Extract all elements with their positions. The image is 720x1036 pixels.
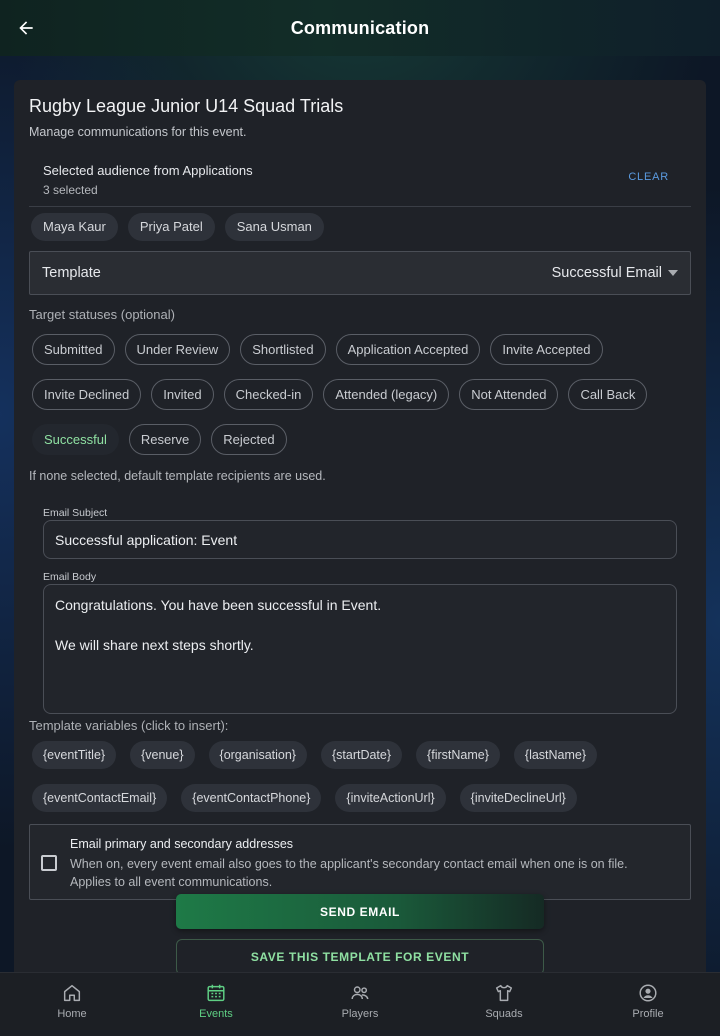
nav-item-profile[interactable]: Profile [576, 973, 720, 1036]
selected-audience: Selected audience from Applications 3 se… [29, 151, 691, 207]
variable-chip-event-title[interactable]: {eventTitle} [32, 741, 117, 769]
secondary-email-title: Email primary and secondary addresses [70, 837, 294, 851]
template-value: Successful Email [551, 265, 662, 281]
nav-label-home: Home [57, 1008, 87, 1020]
variable-chip-venue[interactable]: {venue} [130, 741, 195, 769]
audience-chips: Maya Kaur Priya Patel Sana Usman [29, 213, 691, 241]
nav-label-events: Events [199, 1008, 233, 1020]
audience-chip: Maya Kaur [31, 213, 118, 241]
arrow-left-icon [19, 21, 33, 35]
status-chip-invite-declined[interactable]: Invite Declined [32, 379, 142, 410]
template-variable-chips: {eventTitle} {venue} {organisation} {sta… [29, 741, 689, 812]
event-title: Rugby League Junior U14 Squad Trials [29, 96, 344, 116]
profile-icon [639, 984, 657, 1002]
status-chip-successful[interactable]: Successful [32, 424, 119, 455]
status-chip-attended-legacy[interactable]: Attended (legacy) [323, 379, 450, 410]
audience-count: 3 selected [43, 183, 98, 197]
variable-chip-invite-action-url[interactable]: {inviteActionUrl} [335, 784, 446, 812]
status-chip-under-review[interactable]: Under Review [124, 334, 231, 365]
top-app-bar: Communication [0, 0, 720, 56]
status-chip-reserve[interactable]: Reserve [128, 424, 202, 455]
template-label: Template [42, 265, 101, 281]
nav-label-profile: Profile [632, 1008, 664, 1020]
secondary-email-option: Email primary and secondary addresses Wh… [29, 824, 691, 900]
statuses-hint: If none selected, default template recip… [29, 469, 326, 483]
status-chip-not-attended[interactable]: Not Attended [459, 379, 559, 410]
email-body-label: Email Body [43, 571, 97, 583]
status-chip-rejected[interactable]: Rejected [211, 424, 287, 455]
variable-chip-start-date[interactable]: {startDate} [320, 741, 403, 769]
status-chip-submitted[interactable]: Submitted [32, 334, 115, 365]
audience-label: Selected audience from Applications [43, 163, 253, 178]
variable-chip-event-contact-email[interactable]: {eventContactEmail} [32, 784, 168, 812]
variable-chip-event-contact-phone[interactable]: {eventContactPhone} [181, 784, 322, 812]
clear-audience-button[interactable]: CLEAR [628, 171, 669, 183]
email-subject-label: Email Subject [43, 507, 108, 519]
email-body-textarea[interactable]: Congratulations. You have been successfu… [43, 584, 677, 714]
status-chip-group: Submitted Under Review Shortlisted Appli… [29, 334, 669, 455]
template-variables-label: Template variables (click to insert): [29, 718, 229, 733]
back-button[interactable] [12, 14, 40, 42]
nav-item-players[interactable]: Players [288, 973, 432, 1036]
status-chip-checked-in[interactable]: Checked-in [223, 379, 314, 410]
variable-chip-first-name[interactable]: {firstName} [416, 741, 500, 769]
calendar-icon [207, 984, 225, 1002]
caret-down-icon [668, 270, 678, 276]
status-chip-call-back[interactable]: Call Back [568, 379, 648, 410]
variable-chip-organisation[interactable]: {organisation} [208, 741, 307, 769]
people-icon [351, 986, 369, 1000]
status-chip-application-accepted[interactable]: Application Accepted [335, 334, 481, 365]
bottom-navigation: Home Events Players Squads Profile [0, 972, 720, 1036]
template-select[interactable]: Template Successful Email [29, 251, 691, 295]
nav-item-events[interactable]: Events [144, 973, 288, 1036]
nav-label-squads: Squads [485, 1008, 523, 1020]
status-chip-invite-accepted[interactable]: Invite Accepted [490, 334, 603, 365]
audience-chip: Sana Usman [224, 213, 324, 241]
target-statuses-label: Target statuses (optional) [29, 307, 175, 322]
shirt-icon [495, 984, 513, 1002]
status-chip-shortlisted[interactable]: Shortlisted [240, 334, 326, 365]
email-subject-input[interactable]: Successful application: Event [43, 520, 677, 559]
nav-label-players: Players [341, 1008, 379, 1020]
secondary-email-checkbox[interactable] [41, 855, 57, 871]
status-chip-invited[interactable]: Invited [151, 379, 214, 410]
communication-card: Rugby League Junior U14 Squad Trials Man… [14, 80, 706, 980]
event-description: Manage communications for this event. [29, 125, 247, 139]
variable-chip-last-name[interactable]: {lastName} [513, 741, 598, 769]
nav-item-squads[interactable]: Squads [432, 973, 576, 1036]
page-title: Communication [290, 17, 430, 38]
audience-chip: Priya Patel [127, 213, 215, 241]
send-email-button[interactable]: SEND EMAIL [176, 894, 544, 929]
template-value-wrap: Successful Email [552, 265, 678, 281]
secondary-email-description: When on, every event email also goes to … [70, 857, 628, 889]
home-icon [63, 984, 81, 1002]
nav-item-home[interactable]: Home [0, 973, 144, 1036]
save-template-button[interactable]: SAVE THIS TEMPLATE FOR EVENT [176, 939, 544, 975]
variable-chip-invite-decline-url[interactable]: {inviteDeclineUrl} [459, 784, 577, 812]
